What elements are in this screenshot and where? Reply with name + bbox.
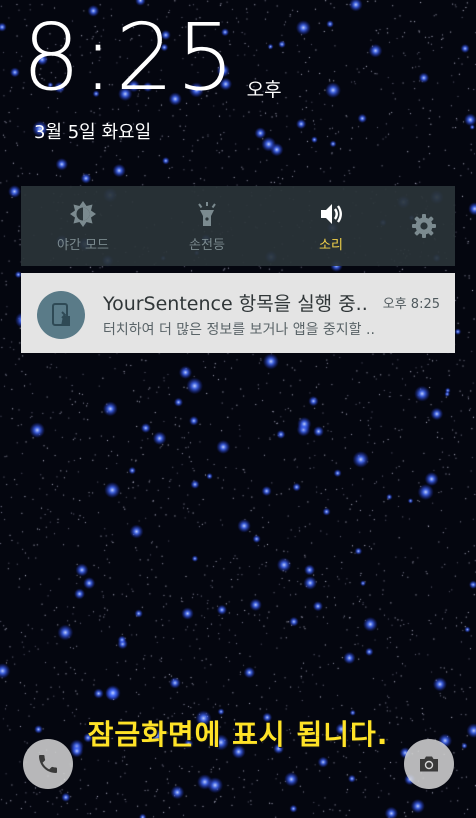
lockscreen-clock: 8:25 오후 xyxy=(22,12,282,104)
notification-title: YourSentence 항목을 실행 중.. xyxy=(103,293,368,315)
phone-icon xyxy=(39,755,57,773)
notification-app-icon xyxy=(37,291,85,339)
quick-setting-night-mode[interactable]: 야간 모드 xyxy=(33,200,133,253)
lockscreen-date: 3월 5일 화요일 xyxy=(34,122,152,143)
notification-card[interactable]: YourSentence 항목을 실행 중.. 오후 8:25 터치하여 더 많… xyxy=(21,273,455,353)
notification-time: 오후 8:25 xyxy=(382,297,440,312)
clock-time: 8:25 xyxy=(22,4,237,111)
night-mode-icon xyxy=(70,201,96,227)
quick-setting-label: 손전등 xyxy=(189,238,225,253)
sound-icon xyxy=(321,204,342,224)
flashlight-icon xyxy=(198,202,216,226)
quick-setting-label: 소리 xyxy=(319,238,343,253)
notification-text: 터치하여 더 많은 정보를 보거나 앱을 중지할 .. xyxy=(103,322,375,338)
gear-icon[interactable] xyxy=(411,213,437,239)
camera-shortcut-button[interactable] xyxy=(404,739,454,789)
quick-settings-panel: 야간 모드 손전등 소리 xyxy=(21,186,455,266)
quick-setting-flashlight[interactable]: 손전등 xyxy=(157,200,257,253)
phone-shortcut-button[interactable] xyxy=(23,739,73,789)
clock-ampm: 오후 xyxy=(246,79,282,101)
quick-setting-label: 야간 모드 xyxy=(57,238,109,253)
lockscreen-banner-text: 잠금화면에 표시 됩니다. xyxy=(87,718,389,751)
app-screen-icon xyxy=(52,303,70,326)
camera-icon xyxy=(420,756,438,772)
quick-setting-sound[interactable]: 소리 xyxy=(281,200,381,253)
